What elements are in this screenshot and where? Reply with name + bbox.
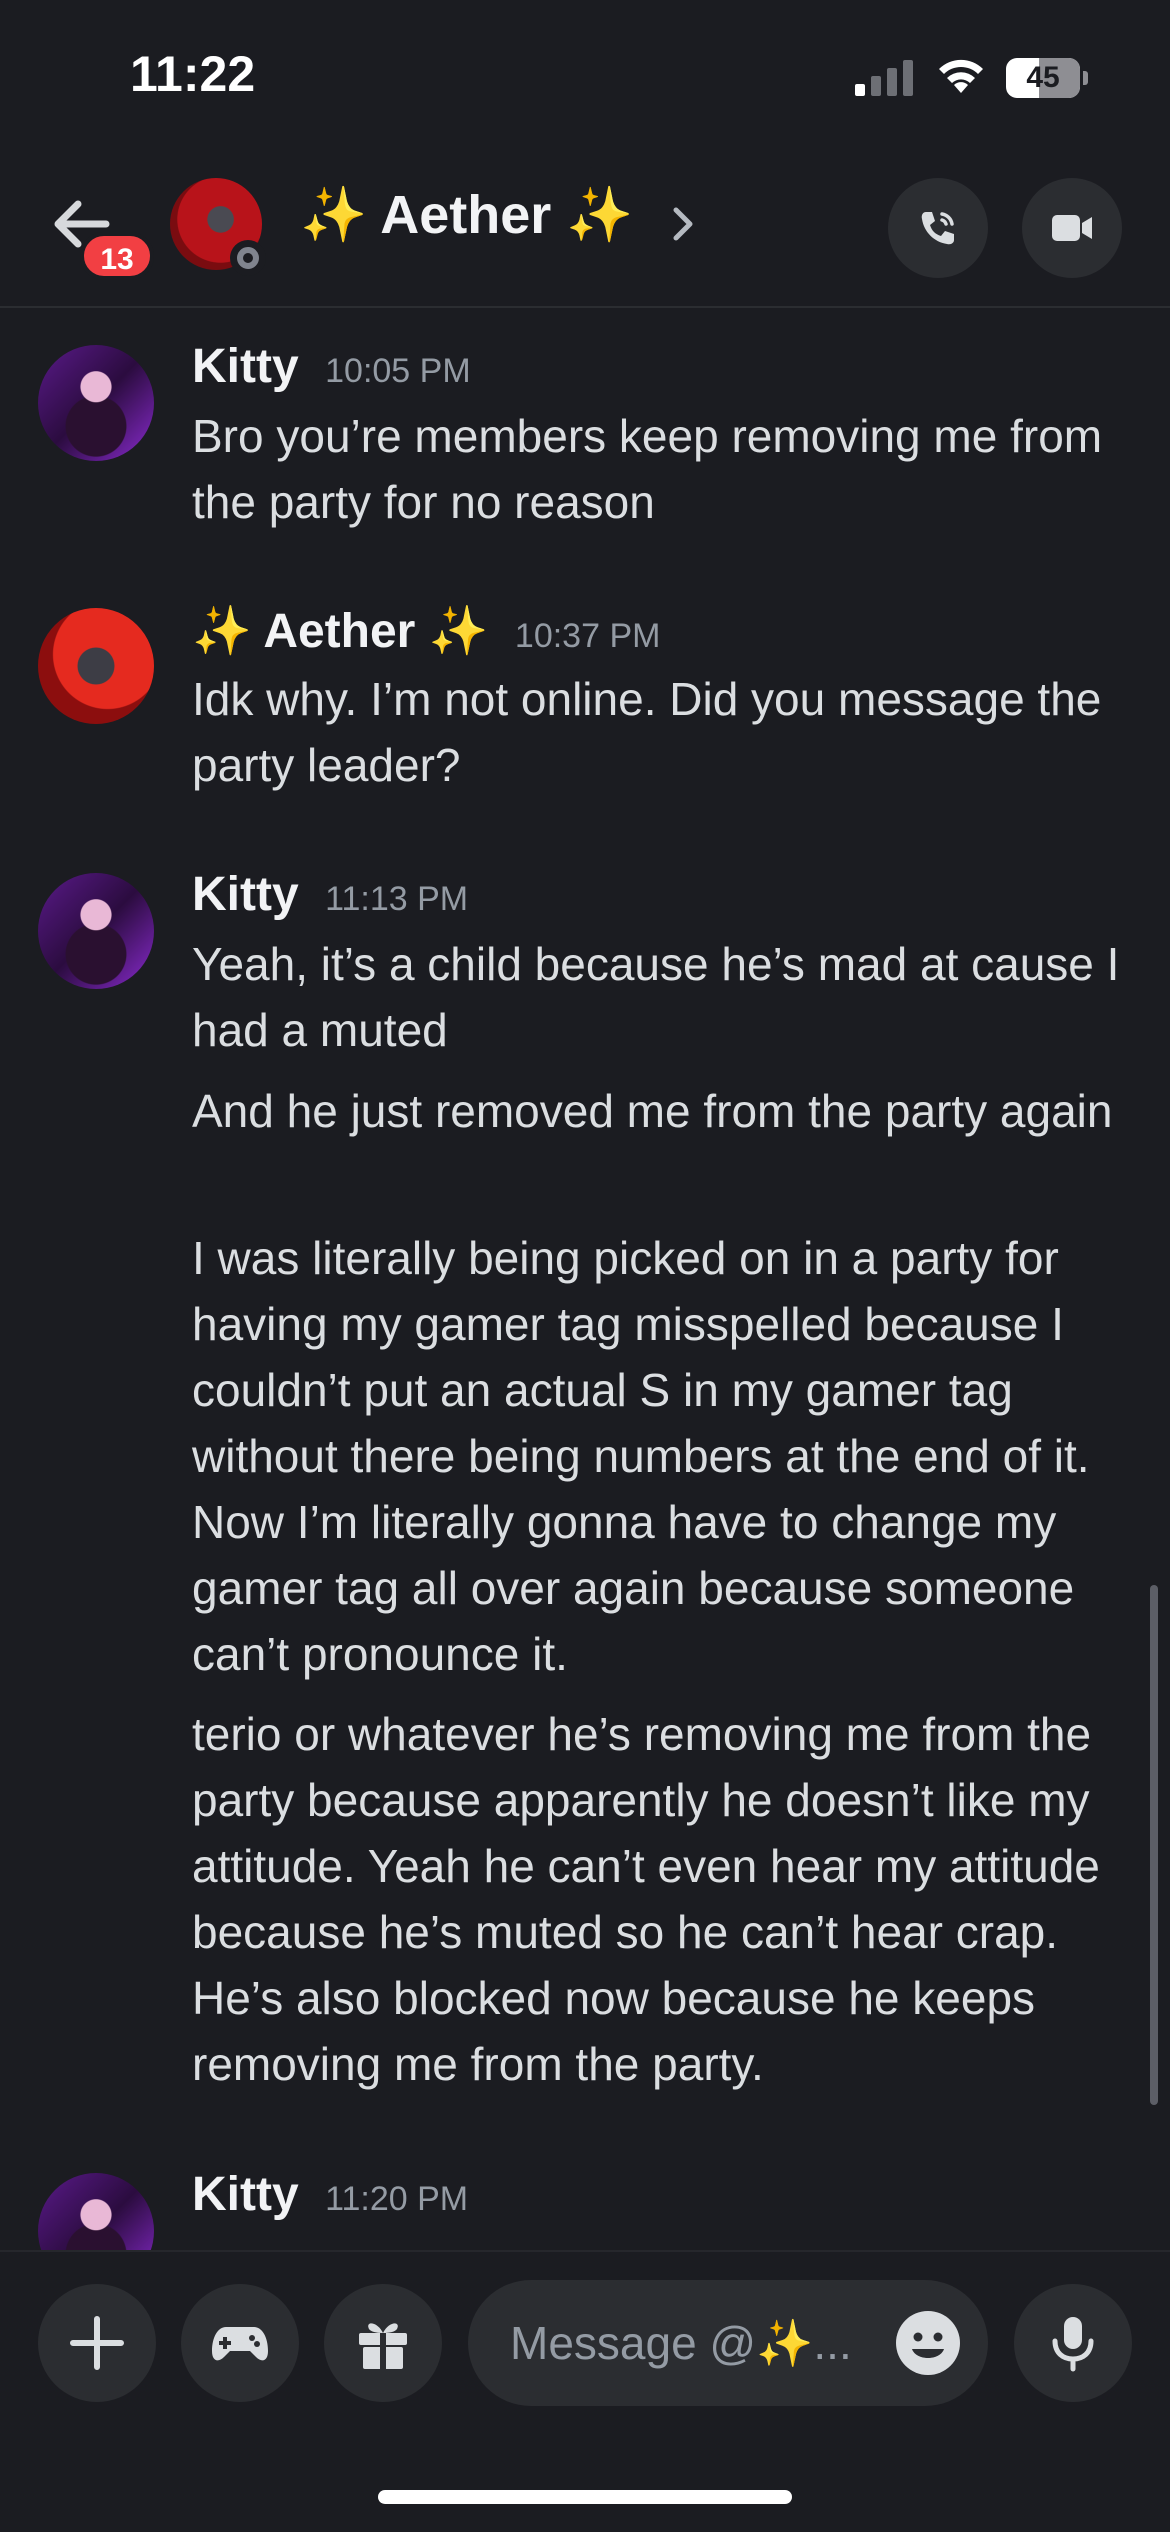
- message-group[interactable]: Kitty 11:13 PM Yeah, it’s a child becaus…: [0, 868, 1170, 2133]
- battery-indicator: 45: [1006, 58, 1088, 98]
- message-input-placeholder: Message @✨...: [510, 2317, 852, 2369]
- message-group[interactable]: Kitty 10:05 PM Bro you’re members keep r…: [0, 340, 1170, 545]
- channel-name[interactable]: ✨ Aether ✨: [300, 184, 634, 247]
- message-group[interactable]: ✨ Aether ✨ 10:37 PM Idk why. I’m not onl…: [0, 605, 1170, 808]
- message-timestamp: 10:37 PM: [514, 617, 661, 655]
- battery-level: 45: [1026, 61, 1060, 94]
- avatar[interactable]: [38, 608, 154, 724]
- unread-badge: 13: [80, 232, 154, 280]
- cellular-signal-icon: [855, 60, 913, 96]
- wifi-icon: [939, 59, 983, 93]
- attach-button[interactable]: [38, 2284, 156, 2402]
- home-indicator[interactable]: [378, 2490, 792, 2504]
- activities-button[interactable]: [181, 2284, 299, 2402]
- avatar[interactable]: [38, 2173, 154, 2250]
- status-bar: 11:22 45: [0, 0, 1170, 150]
- message-input[interactable]: Message @✨...: [468, 2280, 988, 2406]
- gift-icon: [359, 2323, 407, 2369]
- message-author[interactable]: Kitty: [192, 2168, 299, 2221]
- message-text: Idk why. I’m not online. Did you message…: [192, 673, 1102, 791]
- status-offline-icon: [230, 240, 266, 276]
- status-time: 11:22: [130, 46, 256, 102]
- message-author[interactable]: Kitty: [192, 868, 299, 921]
- message-text: Bro you’re members keep removing me from…: [192, 410, 1103, 528]
- message-author[interactable]: ✨ Aether ✨: [192, 605, 488, 658]
- dm-header: 13 ✨ Aether ✨: [0, 160, 1170, 308]
- message-author[interactable]: Kitty: [192, 340, 299, 393]
- voice-message-button[interactable]: [1014, 2284, 1132, 2402]
- plus-icon: [70, 2316, 124, 2370]
- message-text: I was literally being picked on in a par…: [192, 1232, 1090, 1680]
- voice-call-button[interactable]: [888, 178, 988, 278]
- phone-call-icon: [921, 212, 954, 245]
- message-timestamp: 11:13 PM: [325, 880, 469, 918]
- message-text: terio or whatever he’s removing me from …: [192, 1708, 1100, 2090]
- message-list[interactable]: Kitty 10:05 PM Bro you’re members keep r…: [0, 310, 1170, 2250]
- chevron-right-icon[interactable]: [668, 204, 698, 244]
- message-timestamp: 11:20 PM: [325, 2180, 469, 2218]
- gift-button[interactable]: [324, 2284, 442, 2402]
- scrollbar[interactable]: [1150, 1585, 1158, 2105]
- gamepad-icon: [212, 2327, 268, 2361]
- message-text: And he just removed me from the party ag…: [192, 1085, 1113, 1137]
- message-text: Yeah, it’s a child because he’s mad at c…: [192, 938, 1120, 1056]
- message-timestamp: 10:05 PM: [325, 352, 471, 390]
- video-camera-icon: [1052, 215, 1092, 241]
- emoji-icon[interactable]: [894, 2309, 962, 2377]
- video-call-button[interactable]: [1022, 178, 1122, 278]
- message-group[interactable]: Kitty 11:20 PM: [0, 2168, 1170, 2250]
- avatar[interactable]: [38, 873, 154, 989]
- avatar[interactable]: [38, 345, 154, 461]
- microphone-icon: [1052, 2317, 1094, 2372]
